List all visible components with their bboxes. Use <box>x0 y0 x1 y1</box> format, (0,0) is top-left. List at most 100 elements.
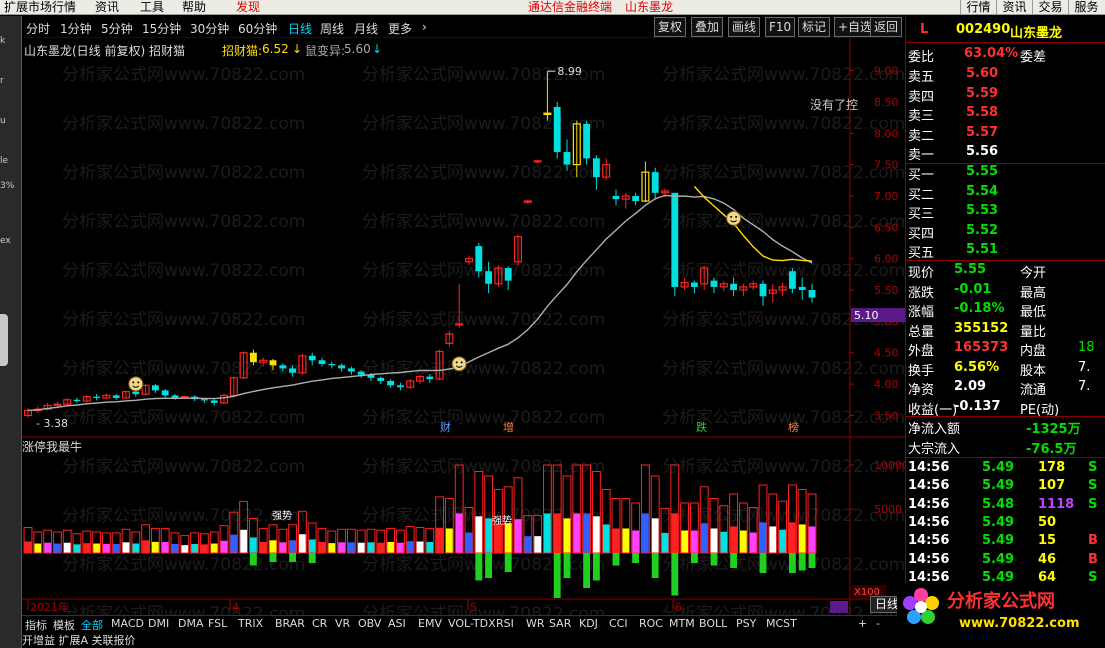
tick-time: 14:56 <box>908 551 950 567</box>
watermark-text: 分析家公式网www.70822.com <box>62 114 305 134</box>
candle-body <box>112 395 120 398</box>
indicator-tab[interactable]: ASI <box>388 617 406 630</box>
mark-button[interactable]: 标记 <box>798 17 831 37</box>
menu-help[interactable]: 帮助 <box>182 0 206 15</box>
zoom-out-button[interactable]: - <box>876 617 880 630</box>
sub-bar <box>710 528 718 553</box>
flow-value: -76.5万 <box>1026 441 1077 457</box>
quote-panel: L 002490 山东墨龙 委比 63.04% 委差 卖五 5.60 卖四 5.59 卖三 5.58 卖… <box>870 16 1105 648</box>
sub-bar <box>612 528 620 553</box>
stat-label-2: 今开 <box>1020 266 1047 281</box>
menu-tools[interactable]: 工具 <box>140 0 164 15</box>
candle-body <box>553 106 561 153</box>
nav-news-button[interactable]: 资讯 <box>996 0 1032 15</box>
period-tab[interactable]: 1分钟 <box>60 20 92 37</box>
sub-neg-bar <box>485 553 493 578</box>
indicator-tab[interactable]: DMI <box>148 617 169 630</box>
sub-bar <box>524 536 532 553</box>
candle-body <box>475 246 483 272</box>
sub-label: 强势 <box>272 509 292 522</box>
watermark-logo: 分析家公式网 www.70822.com <box>897 583 1105 648</box>
bottom-tabs-2[interactable]: 开增益 扩展A 关联报价 <box>22 632 242 648</box>
indicator-tab[interactable]: OBV <box>358 617 381 630</box>
indicator-tab[interactable]: VR <box>335 617 350 630</box>
nav-quote-button[interactable]: 行情 <box>960 0 996 15</box>
indicator-tab[interactable]: ROC <box>639 617 663 630</box>
nav-service-button[interactable]: 服务 <box>1068 0 1104 15</box>
candle-body <box>563 152 571 165</box>
indicator-tab[interactable]: MACD <box>111 617 144 630</box>
period-tab-daily[interactable]: 日线 <box>288 20 312 37</box>
sub-bar <box>102 543 110 553</box>
buy-label: 买二 <box>908 187 935 203</box>
period-tab[interactable]: 15分钟 <box>142 20 181 37</box>
indicator-tab[interactable]: BRAR <box>275 617 305 630</box>
sub-neg-bar <box>308 553 316 563</box>
sub-bar <box>779 529 787 553</box>
sell-price: 5.57 <box>966 124 999 140</box>
sub-bar <box>700 523 708 553</box>
sub-bar <box>142 540 150 553</box>
draw-button[interactable]: 画线 <box>728 17 761 37</box>
sub-bar <box>485 518 493 553</box>
period-tab[interactable]: 月线 <box>354 20 378 37</box>
candle-body <box>73 399 81 402</box>
menu-info[interactable]: 资讯 <box>95 0 119 15</box>
indicator-tab[interactable]: EMV <box>418 617 442 630</box>
indicator-tab[interactable]: VOL-TDX <box>448 617 496 630</box>
x-tick-label: 6 <box>675 601 682 614</box>
order-buy-row: 买四 5.52 <box>906 223 1105 242</box>
indicator-tab[interactable]: CCI <box>609 617 628 630</box>
indicator-tab[interactable]: 全部 <box>81 617 103 633</box>
period-tab[interactable]: 30分钟 <box>190 20 229 37</box>
nav-trade-button[interactable]: 交易 <box>1032 0 1068 15</box>
candle-body <box>171 395 179 398</box>
candle-body <box>93 396 101 398</box>
indicator-tab[interactable]: KDJ <box>579 617 598 630</box>
candle-body <box>338 365 346 369</box>
indicator-tab[interactable]: 模板 <box>53 617 75 633</box>
sub-bar <box>583 513 591 553</box>
side-collapse-handle[interactable] <box>0 314 8 366</box>
indicator-tab[interactable]: FSL <box>208 617 227 630</box>
order-sell-row: 卖二 5.57 <box>906 125 1105 144</box>
indicator-tab[interactable]: PSY <box>736 617 756 630</box>
menu-market[interactable]: 扩展市场行情 <box>4 0 76 15</box>
indicator-tab[interactable]: RSI <box>496 617 514 630</box>
watermark-text: 分析家公式网www.70822.com <box>62 163 305 183</box>
indicator-tab[interactable]: MCST <box>766 617 797 630</box>
overlay-button[interactable]: 叠加 <box>691 17 724 37</box>
back-button[interactable]: 返回 <box>870 17 903 37</box>
fuquan-button[interactable]: 复权 <box>654 17 687 37</box>
app-title: 通达信金融终端 <box>528 0 613 14</box>
period-tab[interactable]: 分时 <box>26 20 50 37</box>
zoom-in-button[interactable]: + <box>858 617 867 630</box>
indicator-tab[interactable]: MTM <box>669 617 695 630</box>
f10-button[interactable]: F10 <box>765 17 796 37</box>
stat-value: -0.01 <box>954 281 992 297</box>
indicator-tab[interactable]: CR <box>312 617 327 630</box>
indicator-tab[interactable]: 指标 <box>25 617 47 633</box>
sub-bar <box>475 516 483 553</box>
period-tab[interactable]: 5分钟 <box>101 20 133 37</box>
period-tab[interactable]: 60分钟 <box>238 20 277 37</box>
watermark-text: 分析家公式网www.70822.com <box>662 212 905 232</box>
indicator-tab[interactable]: DMA <box>178 617 204 630</box>
indicator-tab[interactable]: SAR <box>549 617 571 630</box>
logo-url: www.70822.com <box>959 616 1080 631</box>
indicator-tab[interactable]: TRIX <box>238 617 263 630</box>
sub-bar <box>632 530 640 553</box>
period-tab[interactable]: 周线 <box>320 20 344 37</box>
watermark-text: 分析家公式网www.70822.com <box>62 310 305 330</box>
menu-discover[interactable]: 发现 <box>236 0 260 15</box>
sub-neg-bar <box>798 553 806 571</box>
indicator-tab[interactable]: BOLL <box>699 617 727 630</box>
y-tick-label: 8.50 <box>874 96 899 109</box>
period-more[interactable]: 更多 <box>388 20 412 37</box>
candle-body <box>328 364 336 366</box>
chevron-right-icon[interactable]: › <box>422 20 427 34</box>
stat-value: 355152 <box>954 320 1009 336</box>
indicator-tab[interactable]: WR <box>526 617 545 630</box>
kline-chart[interactable]: 分析家公式网www.70822.com 分析家公式网www.70822.com 分析… <box>22 38 905 616</box>
sub-bar <box>367 542 375 553</box>
